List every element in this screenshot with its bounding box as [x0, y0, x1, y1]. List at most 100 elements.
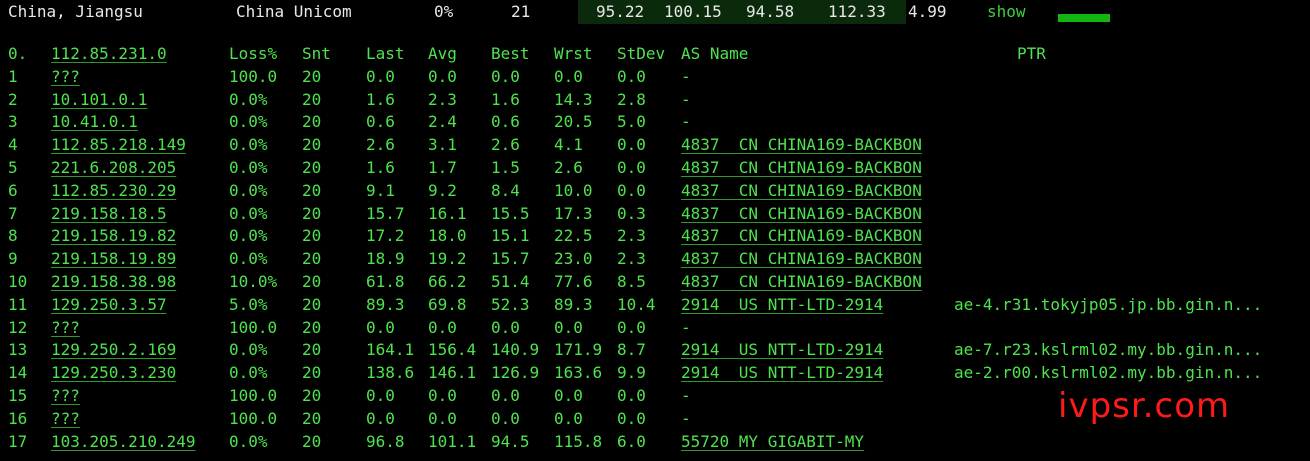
hop-best: 52.3: [491, 294, 530, 314]
hop-number: 14: [8, 363, 28, 383]
show-link[interactable]: show: [987, 3, 1026, 21]
hop-ip[interactable]: ???: [51, 385, 80, 407]
hop-last: 18.9: [366, 249, 405, 269]
hop-last: 2.6: [366, 135, 395, 155]
hop-last: 1.6: [366, 89, 395, 109]
hop-number: 12: [8, 317, 28, 337]
hop-as-name: -: [681, 112, 691, 132]
hop-snt: 20: [302, 203, 322, 223]
hop-wrst: 115.8: [554, 431, 603, 451]
col-target-ip[interactable]: 112.85.231.0: [51, 43, 167, 65]
hop-ip[interactable]: 129.250.3.57: [51, 294, 167, 316]
hop-stdev: 8.5: [617, 271, 646, 291]
table-header-row: 0. 112.85.231.0 Loss% Snt Last Avg Best …: [0, 43, 1310, 66]
hop-ip[interactable]: 219.158.19.89: [51, 248, 176, 270]
hop-best: 15.5: [491, 203, 530, 223]
hop-as-name: -: [681, 89, 691, 109]
col-wrst: Wrst: [554, 44, 593, 63]
hop-as-name[interactable]: 4837 CN CHINA169-BACKBON: [681, 203, 922, 225]
hop-stdev: 0.0: [617, 408, 646, 428]
hop-best: 0.6: [491, 112, 520, 132]
hop-as-name: -: [681, 385, 691, 405]
hop-as-name[interactable]: 4837 CN CHINA169-BACKBON: [681, 248, 922, 270]
hop-number: 7: [8, 203, 18, 223]
hop-snt: 20: [302, 89, 322, 109]
hop-avg: 18.0: [428, 226, 467, 246]
hop-stdev: 6.0: [617, 431, 646, 451]
loss-text: 0%: [434, 2, 454, 21]
hop-ip[interactable]: ???: [51, 317, 80, 339]
hop-snt: 20: [302, 249, 322, 269]
hop-as-name[interactable]: 55720 MY GIGABIT-MY: [681, 431, 864, 453]
hop-ip[interactable]: 112.85.230.29: [51, 180, 176, 202]
latency-1: 95.22: [596, 2, 645, 21]
hop-avg: 0.0: [428, 385, 457, 405]
hop-snt: 20: [302, 112, 322, 132]
hop-last: 89.3: [366, 294, 405, 314]
hop-best: 0.0: [491, 408, 520, 428]
hop-loss: 0.0%: [229, 431, 268, 451]
hop-avg: 146.1: [428, 363, 477, 383]
hop-ip[interactable]: 103.205.210.249: [51, 431, 196, 453]
col-avg: Avg: [428, 44, 457, 63]
hop-as-name[interactable]: 4837 CN CHINA169-BACKBON: [681, 134, 922, 156]
hop-ip[interactable]: 221.6.208.205: [51, 157, 176, 179]
hop-ip[interactable]: 10.41.0.1: [51, 111, 138, 133]
hop-ip[interactable]: ???: [51, 408, 80, 430]
hop-loss: 0.0%: [229, 340, 268, 360]
col-hop: 0.: [8, 44, 28, 63]
hop-ip[interactable]: 219.158.18.5: [51, 203, 167, 225]
hop-ip[interactable]: ???: [51, 66, 80, 88]
hop-snt: 20: [302, 385, 322, 405]
hop-last: 9.1: [366, 180, 395, 200]
hop-wrst: 0.0: [554, 408, 583, 428]
hop-snt: 20: [302, 135, 322, 155]
count-text: 21: [511, 2, 531, 21]
hop-ip[interactable]: 10.101.0.1: [51, 89, 147, 111]
hop-snt: 20: [302, 271, 322, 291]
hop-last: 164.1: [366, 340, 415, 360]
hop-as-name[interactable]: 2914 US NTT-LTD-2914: [681, 294, 883, 316]
hop-as-name: -: [681, 408, 691, 428]
hop-last: 0.0: [366, 385, 395, 405]
hop-best: 1.6: [491, 89, 520, 109]
hop-ip[interactable]: 219.158.38.98: [51, 271, 176, 293]
table-row: 14 129.250.3.230 0.0% 20 138.6 146.1 126.9 163.…: [0, 362, 1310, 385]
latency-4: 112.33: [828, 2, 886, 21]
hop-as-name[interactable]: 2914 US NTT-LTD-2914: [681, 362, 883, 384]
hop-stdev: 0.0: [617, 180, 646, 200]
location-text: China, Jiangsu: [8, 2, 143, 21]
hop-as-name[interactable]: 4837 CN CHINA169-BACKBON: [681, 225, 922, 247]
hop-avg: 0.0: [428, 66, 457, 86]
hop-stdev: 2.8: [617, 89, 646, 109]
hop-ip[interactable]: 129.250.2.169: [51, 339, 176, 361]
hop-best: 0.0: [491, 317, 520, 337]
hop-number: 3: [8, 112, 18, 132]
hop-last: 96.8: [366, 431, 405, 451]
hop-ip[interactable]: 219.158.19.82: [51, 225, 176, 247]
hop-loss: 0.0%: [229, 180, 268, 200]
hop-loss: 100.0: [229, 317, 278, 337]
hop-best: 51.4: [491, 271, 530, 291]
table-row: 13 129.250.2.169 0.0% 20 164.1 156.4 140.9 171.…: [0, 339, 1310, 362]
hop-last: 0.0: [366, 317, 395, 337]
hop-as-name[interactable]: 2914 US NTT-LTD-2914: [681, 339, 883, 361]
hop-wrst: 163.6: [554, 363, 603, 383]
hop-number: 6: [8, 180, 18, 200]
hop-as-name[interactable]: 4837 CN CHINA169-BACKBON: [681, 271, 922, 293]
hop-ip[interactable]: 112.85.218.149: [51, 134, 186, 156]
hop-wrst: 14.3: [554, 89, 593, 109]
hop-as-name[interactable]: 4837 CN CHINA169-BACKBON: [681, 180, 922, 202]
summary-header: China, Jiangsu China Unicom 0% 21 95.22 …: [0, 0, 1310, 24]
hop-loss: 0.0%: [229, 249, 268, 269]
hop-number: 17: [8, 431, 28, 451]
col-ptr: PTR: [1017, 44, 1046, 63]
hop-snt: 20: [302, 363, 322, 383]
hop-wrst: 23.0: [554, 249, 593, 269]
hop-last: 0.0: [366, 408, 395, 428]
hop-snt: 20: [302, 431, 322, 451]
latency-bar: [1058, 14, 1110, 22]
hop-number: 10: [8, 271, 28, 291]
hop-ip[interactable]: 129.250.3.230: [51, 362, 176, 384]
hop-as-name[interactable]: 4837 CN CHINA169-BACKBON: [681, 157, 922, 179]
